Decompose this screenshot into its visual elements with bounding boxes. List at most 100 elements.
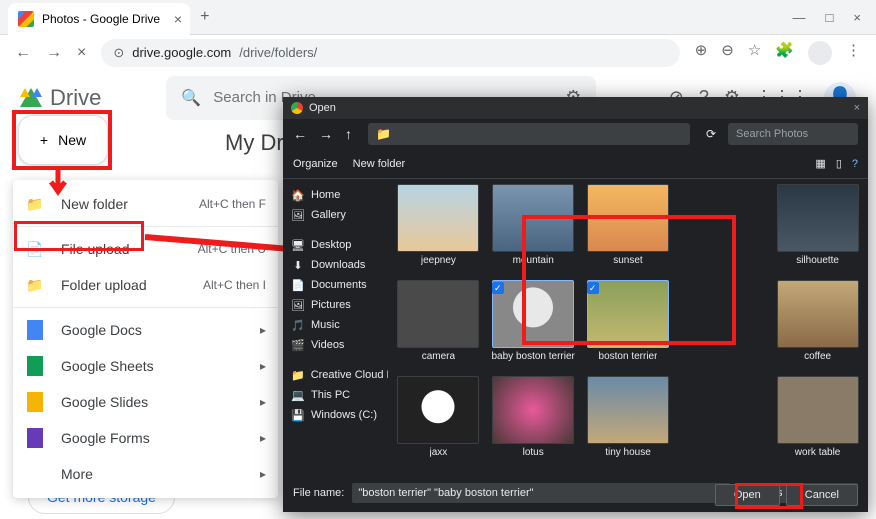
filename-label: File name: bbox=[293, 487, 344, 499]
url-path: /drive/folders/ bbox=[239, 45, 317, 60]
view-mode-icon[interactable]: ▦ bbox=[815, 157, 825, 170]
gallery-icon: 🖼 bbox=[291, 208, 305, 222]
sidebar-thispc[interactable]: 💻This PC bbox=[283, 385, 388, 405]
profile-avatar[interactable] bbox=[808, 41, 832, 65]
url-host: drive.google.com bbox=[132, 45, 231, 60]
maximize-icon[interactable]: □ bbox=[826, 10, 834, 25]
search-icon: 🔍 bbox=[181, 88, 201, 108]
file-thumb[interactable]: tiny house bbox=[583, 376, 674, 468]
download-icon: ⬇ bbox=[291, 258, 305, 272]
minimize-icon[interactable]: — bbox=[793, 10, 806, 25]
video-icon: 🎬 bbox=[291, 338, 305, 352]
menu-google-slides[interactable]: Google Slides ▸ bbox=[13, 384, 278, 420]
organize-button[interactable]: Organize bbox=[293, 158, 338, 170]
sidebar-home[interactable]: 🏠Home bbox=[283, 185, 388, 205]
chevron-right-icon: ▸ bbox=[260, 395, 266, 409]
reload-icon[interactable]: × bbox=[77, 44, 86, 62]
refresh-icon[interactable]: ⟳ bbox=[706, 127, 716, 141]
menu-new-folder[interactable]: 📁 New folder Alt+C then F bbox=[13, 186, 278, 222]
file-thumb[interactable]: lotus bbox=[488, 376, 579, 468]
new-tab-button[interactable]: + bbox=[200, 8, 209, 26]
page-title: My Dr bbox=[225, 130, 284, 156]
extensions-icon[interactable]: 🧩 bbox=[775, 41, 794, 65]
sidebar-pictures[interactable]: 🖼Pictures bbox=[283, 295, 388, 315]
nav-forward-icon[interactable]: → bbox=[319, 126, 333, 142]
menu-folder-upload[interactable]: 📁 Folder upload Alt+C then I bbox=[13, 267, 278, 303]
file-thumb[interactable]: work table bbox=[772, 376, 863, 468]
nav-back-icon[interactable]: ← bbox=[293, 126, 307, 142]
filename-input[interactable]: "boston terrier" "baby boston terrier" bbox=[352, 483, 730, 503]
highlight-selected-thumbs bbox=[522, 215, 736, 345]
file-thumb[interactable]: jeepney bbox=[393, 184, 484, 276]
chevron-right-icon: ▸ bbox=[260, 431, 266, 445]
file-thumb[interactable]: camera bbox=[393, 280, 484, 372]
file-thumb[interactable]: jaxx bbox=[393, 376, 484, 468]
dialog-titlebar: Open × bbox=[283, 97, 868, 119]
chevron-right-icon: ▸ bbox=[260, 359, 266, 373]
back-icon[interactable]: ← bbox=[15, 44, 31, 62]
dialog-path-bar[interactable]: 📁 bbox=[368, 123, 690, 145]
sidebar-creative[interactable]: 📁Creative Cloud F bbox=[283, 365, 388, 385]
sheets-icon bbox=[27, 356, 43, 376]
docs-icon bbox=[27, 320, 43, 340]
tab-title: Photos - Google Drive bbox=[42, 12, 160, 26]
preview-pane-icon[interactable]: ▯ bbox=[836, 157, 842, 170]
chevron-right-icon: ▸ bbox=[260, 467, 266, 481]
menu-google-forms[interactable]: Google Forms ▸ bbox=[13, 420, 278, 456]
folder-plus-icon: 📁 bbox=[25, 194, 45, 214]
disk-icon: 💾 bbox=[291, 408, 305, 422]
music-icon: 🎵 bbox=[291, 318, 305, 332]
sidebar-documents[interactable]: 📄Documents bbox=[283, 275, 388, 295]
highlight-file-upload bbox=[14, 221, 144, 251]
dialog-toolbar: Organize New folder ▦ ▯ ? bbox=[283, 149, 868, 179]
lock-icon: ⊙ bbox=[113, 45, 124, 61]
document-icon: 📄 bbox=[291, 278, 305, 292]
file-thumb[interactable]: coffee bbox=[772, 280, 863, 372]
pc-icon: 💻 bbox=[291, 388, 305, 402]
highlight-open-button bbox=[735, 483, 803, 509]
folder-upload-icon: 📁 bbox=[25, 275, 45, 295]
help-icon[interactable]: ? bbox=[852, 158, 858, 170]
nav-up-icon[interactable]: ↑ bbox=[345, 126, 352, 142]
sidebar-music[interactable]: 🎵Music bbox=[283, 315, 388, 335]
browser-tab[interactable]: Photos - Google Drive × bbox=[8, 3, 190, 35]
chevron-right-icon: ▸ bbox=[260, 323, 266, 337]
sidebar-windows-c[interactable]: 💾Windows (C:) bbox=[283, 405, 388, 425]
drive-logo[interactable]: Drive bbox=[20, 85, 101, 111]
new-folder-button[interactable]: New folder bbox=[353, 158, 406, 170]
desktop-icon: 🖥 bbox=[291, 238, 305, 252]
file-thumb[interactable]: silhouette bbox=[772, 184, 863, 276]
sidebar-videos[interactable]: 🎬Videos bbox=[283, 335, 388, 355]
menu-google-docs[interactable]: Google Docs ▸ bbox=[13, 312, 278, 348]
dialog-close-icon[interactable]: × bbox=[854, 102, 860, 114]
window-controls: — □ × bbox=[793, 10, 876, 25]
forward-icon[interactable]: → bbox=[46, 44, 62, 62]
drive-triangle-icon bbox=[20, 88, 42, 107]
dialog-title: Open bbox=[309, 102, 336, 114]
browser-tab-strip: Photos - Google Drive × + — □ × bbox=[0, 0, 876, 35]
close-window-icon[interactable]: × bbox=[853, 10, 861, 25]
folder-icon: 📁 bbox=[291, 368, 305, 382]
bookmark-icon[interactable]: ☆ bbox=[748, 41, 761, 65]
kebab-icon[interactable]: ⋮ bbox=[846, 41, 861, 65]
address-bar-row: ← → × ⊙ drive.google.com/drive/folders/ … bbox=[0, 35, 876, 70]
install-icon[interactable]: ⊕ bbox=[695, 41, 708, 65]
close-tab-icon[interactable]: × bbox=[174, 11, 182, 27]
address-bar[interactable]: ⊙ drive.google.com/drive/folders/ bbox=[101, 39, 679, 67]
menu-google-sheets[interactable]: Google Sheets ▸ bbox=[13, 348, 278, 384]
drive-favicon bbox=[18, 11, 34, 27]
slides-icon bbox=[27, 392, 43, 412]
dialog-search[interactable]: Search Photos bbox=[728, 123, 858, 145]
zoom-icon[interactable]: ⊖ bbox=[721, 41, 734, 65]
dialog-nav-row: ← → ↑ 📁 ⟳ Search Photos bbox=[283, 119, 868, 149]
sidebar-desktop[interactable]: 🖥Desktop bbox=[283, 235, 388, 255]
sidebar-gallery[interactable]: 🖼Gallery bbox=[283, 205, 388, 225]
forms-icon bbox=[27, 428, 43, 448]
sidebar-downloads[interactable]: ⬇Downloads bbox=[283, 255, 388, 275]
chrome-icon bbox=[291, 102, 303, 114]
menu-more[interactable]: More ▸ bbox=[13, 456, 278, 492]
home-icon: 🏠 bbox=[291, 188, 305, 202]
pictures-icon: 🖼 bbox=[291, 298, 305, 312]
folder-icon: 📁 bbox=[376, 127, 391, 141]
drive-brand: Drive bbox=[50, 85, 101, 111]
